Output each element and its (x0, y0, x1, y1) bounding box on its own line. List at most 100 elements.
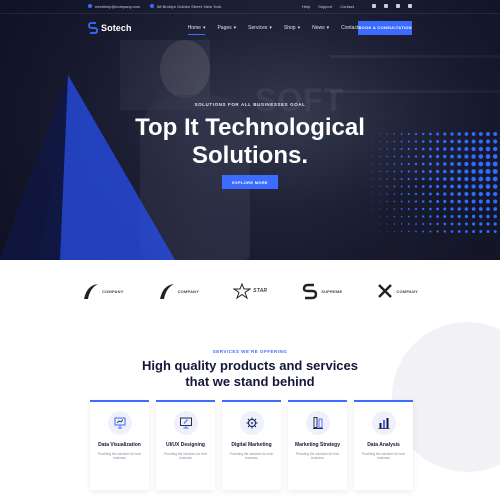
halftone-dot (372, 186, 374, 187)
halftone-dot (365, 186, 366, 187)
pinterest-icon[interactable] (396, 4, 400, 8)
halftone-dot (485, 176, 491, 182)
twitter-icon[interactable] (372, 4, 376, 8)
brand-logo[interactable]: STAR (233, 282, 267, 300)
halftone-dot (414, 215, 418, 218)
halftone-dot (400, 208, 403, 210)
halftone-dot (379, 185, 381, 188)
nav-item-news[interactable]: News ▾ (312, 25, 329, 31)
halftone-dot (478, 184, 484, 189)
brand-logo[interactable]: COMPANY (376, 282, 418, 300)
halftone-dot (422, 215, 425, 218)
halftone-dot (485, 184, 491, 189)
halftone-dot (457, 176, 462, 182)
chevron-down-icon: ▾ (326, 24, 330, 31)
halftone-dot (436, 215, 439, 218)
halftone-dot (457, 169, 462, 174)
service-card-title: UI/UX Designing (166, 442, 205, 448)
brand-logo[interactable]: SUPREME (301, 282, 342, 300)
halftone-dot (393, 178, 396, 180)
nav-label: Pages (217, 24, 232, 31)
halftone-dot (393, 230, 395, 233)
halftone-dot (429, 207, 432, 211)
halftone-dot (393, 200, 396, 203)
halftone-dot (485, 191, 491, 197)
halftone-dot (485, 199, 491, 204)
halftone-dot (486, 214, 490, 219)
halftone-dot (415, 223, 417, 225)
nav-item-services[interactable]: Services ▾ (248, 25, 272, 31)
strategy-icon (305, 411, 330, 435)
bar-chart-icon (371, 411, 396, 435)
halftone-dot (464, 192, 469, 196)
service-card-text: Providing the solutions for tech busines… (163, 451, 208, 460)
book-consultation-button[interactable]: BOOK A CONSULTATION (358, 20, 412, 35)
halftone-dot (400, 193, 403, 195)
instagram-icon[interactable] (408, 4, 412, 8)
halftone-dot (379, 178, 381, 180)
gear-icon (239, 411, 264, 435)
halftone-dot (471, 191, 476, 197)
halftone-dot (436, 200, 440, 203)
service-card-data-analysis[interactable]: Data Analysis Providing the solutions fo… (354, 400, 413, 490)
halftone-dot (478, 199, 483, 204)
halftone-dot (386, 170, 388, 173)
halftone-dot (443, 230, 447, 233)
halftone-dot (407, 223, 410, 225)
halftone-dot (407, 177, 410, 181)
halftone-dot (372, 201, 374, 202)
service-card-marketing-strategy[interactable]: Marketing Strategy Providing the solutio… (288, 400, 347, 490)
nav-item-contact[interactable]: Contact (341, 25, 358, 31)
halftone-dot (386, 231, 388, 232)
help-link[interactable]: Help (302, 4, 310, 9)
halftone-dot (478, 176, 484, 182)
halftone-dot (379, 193, 381, 195)
contact-link[interactable]: Contact (340, 4, 354, 9)
nav-label: Services (248, 24, 268, 31)
halftone-dot (479, 230, 483, 233)
halftone-dot (492, 176, 498, 182)
facebook-icon[interactable] (384, 4, 388, 8)
halftone-dot (478, 207, 483, 211)
brand-name: SUPREME (321, 288, 343, 294)
nav-item-home[interactable]: Home ▾ (187, 25, 205, 35)
halftone-dot (429, 222, 432, 226)
nav-item-shop[interactable]: Shop ▾ (284, 25, 300, 31)
halftone-dot (443, 215, 447, 218)
brand-name: STAR (253, 288, 268, 294)
chevron-down-icon: ▾ (233, 24, 237, 31)
halftone-dot (464, 222, 468, 226)
halftone-dot (386, 185, 388, 188)
halftone-dot (428, 192, 432, 196)
logo-text: Sotech (101, 22, 132, 33)
service-card-digital-marketing[interactable]: Digital Marketing Providing the solution… (222, 400, 281, 490)
nav-item-pages[interactable]: Pages ▾ (217, 25, 236, 31)
halftone-dot (443, 192, 447, 196)
explore-more-button[interactable]: EXPLORE MORE (222, 175, 278, 189)
service-card-data-visualization[interactable]: Data Visualization Providing the solutio… (90, 400, 149, 490)
halftone-dot (457, 199, 461, 204)
halftone-dot (457, 184, 462, 189)
halftone-dot (414, 170, 418, 173)
halftone-dot (415, 230, 417, 233)
brand-logo[interactable]: COMPANY (82, 282, 124, 300)
email-info[interactable]: needhelp@company.com (88, 4, 140, 9)
halftone-dot (429, 230, 432, 233)
support-link[interactable]: Support (318, 4, 332, 9)
address-text: 88 Broklyn Golden Street. New York (157, 3, 221, 9)
star-logo-icon (233, 282, 252, 300)
email-text: needhelp@company.com (95, 3, 141, 9)
halftone-dot (472, 222, 476, 226)
halftone-dot (386, 208, 388, 210)
halftone-dot (479, 222, 483, 226)
halftone-dot (372, 193, 374, 195)
presentation-chart-icon (107, 411, 132, 435)
halftone-dot (421, 177, 425, 181)
brand-logo[interactable]: COMPANY (158, 282, 200, 300)
halftone-dot (386, 200, 388, 203)
halftone-dot (464, 184, 469, 189)
halftone-dot (472, 230, 476, 233)
site-logo[interactable]: Sotech (88, 21, 132, 34)
service-card-ui-ux-designing[interactable]: UI/UX Designing Providing the solutions … (156, 400, 215, 490)
halftone-dot (486, 222, 490, 226)
